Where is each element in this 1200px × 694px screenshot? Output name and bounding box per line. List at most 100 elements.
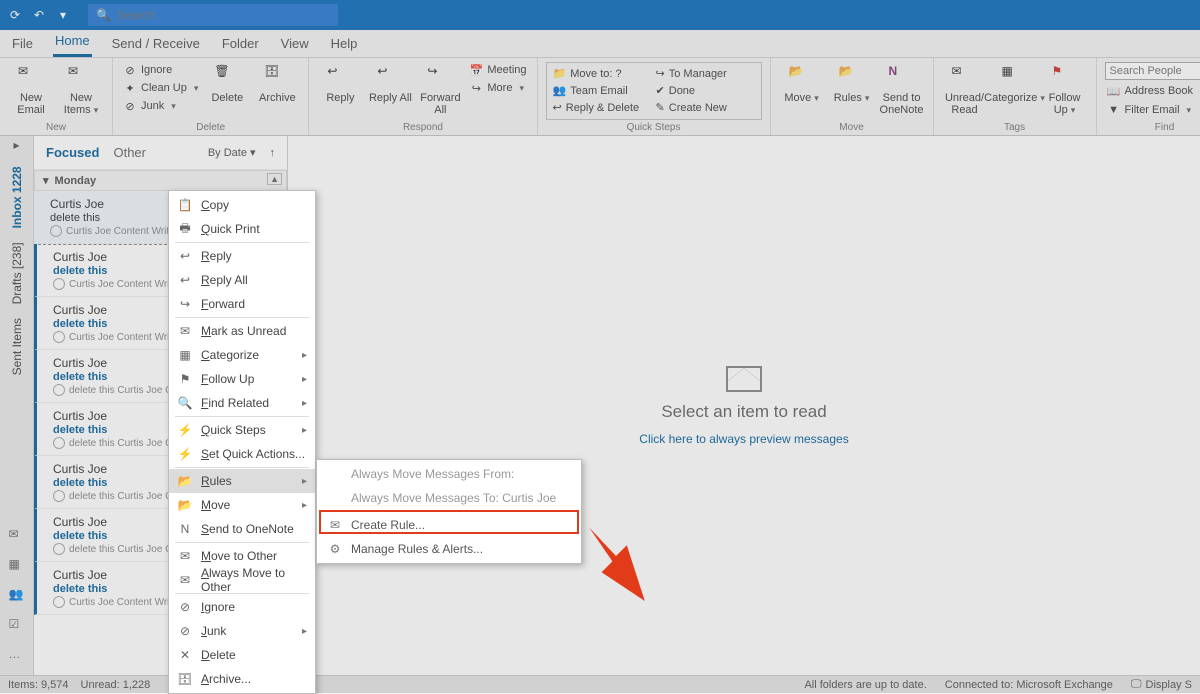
people-nav-icon[interactable]: 👥 xyxy=(9,587,25,603)
menu-item-reply[interactable]: ↩Reply xyxy=(169,244,315,268)
submenu-label: Manage Rules & Alerts... xyxy=(351,542,571,556)
archive-button[interactable]: 🗄Archive xyxy=(254,62,300,106)
reply-button[interactable]: ↩Reply xyxy=(317,62,363,106)
junk-button[interactable]: ⊘Junk xyxy=(121,98,200,114)
submenu-item-always-move-messages-to-curtis-joe[interactable]: Always Move Messages To: Curtis Joe xyxy=(317,486,581,510)
search-input[interactable] xyxy=(117,8,330,22)
focused-tab[interactable]: Focused xyxy=(46,145,99,160)
onenote-icon: N xyxy=(889,64,915,90)
menu-item-reply-all[interactable]: ↩Reply All xyxy=(169,268,315,292)
menu-icon: ⚡ xyxy=(177,423,193,437)
mail-nav-icon[interactable]: ✉ xyxy=(9,527,25,543)
tasks-nav-icon[interactable]: ☑ xyxy=(9,617,25,633)
forward-button[interactable]: ↪Forward All xyxy=(417,62,463,118)
calendar-nav-icon[interactable]: ▦ xyxy=(9,557,25,573)
ignore-button[interactable]: ⊘Ignore xyxy=(121,62,200,78)
group-label-tags: Tags xyxy=(942,121,1088,133)
quickstep-create-new[interactable]: ✎Create New xyxy=(654,99,757,116)
status-unread: Unread: 1,228 xyxy=(81,679,151,691)
new-items-button[interactable]: ✉New Items xyxy=(58,62,104,118)
address-book-button[interactable]: 📖Address Book xyxy=(1105,83,1200,99)
menu-item-forward[interactable]: ↪Forward xyxy=(169,292,315,316)
avatar-icon xyxy=(53,543,65,555)
other-tab[interactable]: Other xyxy=(113,145,146,160)
menu-item-follow-up[interactable]: ⚑Follow Up xyxy=(169,367,315,391)
avatar-icon xyxy=(53,490,65,502)
group-scroll-icon[interactable]: ▲ xyxy=(267,173,282,185)
submenu-item-manage-rules-alerts[interactable]: ⚙Manage Rules & Alerts... xyxy=(317,537,581,561)
menu-icon: ⊘ xyxy=(177,624,193,638)
delete-button[interactable]: 🗑Delete xyxy=(204,62,250,106)
menu-item-quick-steps[interactable]: ⚡Quick Steps xyxy=(169,418,315,442)
quick-steps-gallery[interactable]: 📁Move to: ? ↪To Manager 👥Team Email ✔Don… xyxy=(546,62,762,120)
menu-item-send-to-onenote[interactable]: NSend to OneNote xyxy=(169,517,315,541)
submenu-item-always-move-messages-from[interactable]: Always Move Messages From: xyxy=(317,462,581,486)
tab-send-receive[interactable]: Send / Receive xyxy=(110,32,202,57)
move-button[interactable]: 📂Move xyxy=(779,62,825,106)
meeting-button[interactable]: 📅Meeting xyxy=(467,62,528,78)
expand-nav-button[interactable]: ▸ xyxy=(0,136,33,154)
tab-view[interactable]: View xyxy=(279,32,311,57)
menu-item-junk[interactable]: ⊘Junk xyxy=(169,619,315,643)
menu-item-archive[interactable]: 🗄Archive... xyxy=(169,667,315,691)
avatar-icon xyxy=(53,331,65,343)
tab-help[interactable]: Help xyxy=(329,32,360,57)
menu-item-copy[interactable]: 📋Copy xyxy=(169,193,315,217)
menu-icon: 🔍 xyxy=(177,396,193,410)
menu-item-categorize[interactable]: ▦Categorize xyxy=(169,343,315,367)
always-preview-link[interactable]: Click here to always preview messages xyxy=(639,432,848,446)
menu-icon: ✕ xyxy=(177,648,193,662)
more-nav-icon[interactable]: … xyxy=(9,647,25,663)
status-display-settings[interactable]: 🖵Display S xyxy=(1131,678,1192,691)
categorize-button[interactable]: ▦Categorize xyxy=(992,62,1038,106)
avatar-icon xyxy=(53,437,65,449)
tab-home[interactable]: Home xyxy=(53,29,92,57)
reply-icon: ↩ xyxy=(327,64,353,90)
submenu-arrow-icon xyxy=(302,398,307,409)
follow-up-button[interactable]: ⚑Follow Up xyxy=(1042,62,1088,118)
message-group-header[interactable]: ▾ Monday ▲ xyxy=(34,170,287,191)
refresh-icon[interactable]: ⟳ xyxy=(6,6,24,24)
submenu-label: Always Move Messages To: Curtis Joe xyxy=(351,491,571,505)
menu-item-ignore[interactable]: ⊘Ignore xyxy=(169,595,315,619)
quickstep-reply-delete[interactable]: ↩Reply & Delete xyxy=(551,99,654,116)
new-email-button[interactable]: ✉New Email xyxy=(8,62,54,118)
quickstep-team-email[interactable]: 👥Team Email xyxy=(551,82,654,99)
sort-direction[interactable]: ↑ xyxy=(270,147,276,159)
menu-item-move[interactable]: 📂Move xyxy=(169,493,315,517)
reply-all-button[interactable]: ↩Reply All xyxy=(367,62,413,106)
send-onenote-button[interactable]: NSend to OneNote xyxy=(879,62,925,118)
clean-up-button[interactable]: ✦Clean Up xyxy=(121,80,200,96)
filter-email-button[interactable]: ▼Filter Email xyxy=(1105,102,1200,118)
search-people-input[interactable] xyxy=(1105,62,1200,80)
menu-item-quick-print[interactable]: 🖶Quick Print xyxy=(169,217,315,241)
nav-drafts[interactable]: Drafts [238] xyxy=(8,238,26,308)
group-label-quick: Quick Steps xyxy=(546,121,762,133)
mail-items-icon: ✉ xyxy=(68,64,94,90)
tab-file[interactable]: File xyxy=(10,32,35,57)
submenu-item-create-rule[interactable]: ✉Create Rule... xyxy=(317,513,581,537)
menu-item-find-related[interactable]: 🔍Find Related xyxy=(169,391,315,415)
undo-icon[interactable]: ↶ xyxy=(30,6,48,24)
menu-item-mark-as-unread[interactable]: ✉Mark as Unread xyxy=(169,319,315,343)
quickstep-done[interactable]: ✔Done xyxy=(654,82,757,99)
rules-button[interactable]: 📂Rules xyxy=(829,62,875,106)
more-respond-button[interactable]: ↪More xyxy=(467,80,528,96)
tab-folder[interactable]: Folder xyxy=(220,32,261,57)
move-icon: 📂 xyxy=(789,64,815,90)
quickstep-to-manager[interactable]: ↪To Manager xyxy=(654,65,757,82)
quick-access-dropdown[interactable]: ▾ xyxy=(54,6,72,24)
unread-read-button[interactable]: ✉Unread/ Read xyxy=(942,62,988,118)
menu-item-set-quick-actions[interactable]: ⚡Set Quick Actions... xyxy=(169,442,315,466)
menu-item-delete[interactable]: ✕Delete xyxy=(169,643,315,667)
search-box[interactable]: 🔍 xyxy=(88,4,338,26)
menu-item-rules[interactable]: 📂Rules xyxy=(169,469,315,493)
menu-label: Move xyxy=(201,498,294,512)
sort-by-date[interactable]: By Date ▾ xyxy=(208,146,256,159)
quickstep-move-to[interactable]: 📁Move to: ? xyxy=(551,65,654,82)
nav-sent-items[interactable]: Sent Items xyxy=(8,314,26,379)
menu-item-move-to-other[interactable]: ✉Move to Other xyxy=(169,544,315,568)
menu-item-always-move-to-other[interactable]: ✉Always Move to Other xyxy=(169,568,315,592)
create-icon: ✎ xyxy=(656,101,665,114)
nav-inbox[interactable]: Inbox 1228 xyxy=(8,162,26,232)
